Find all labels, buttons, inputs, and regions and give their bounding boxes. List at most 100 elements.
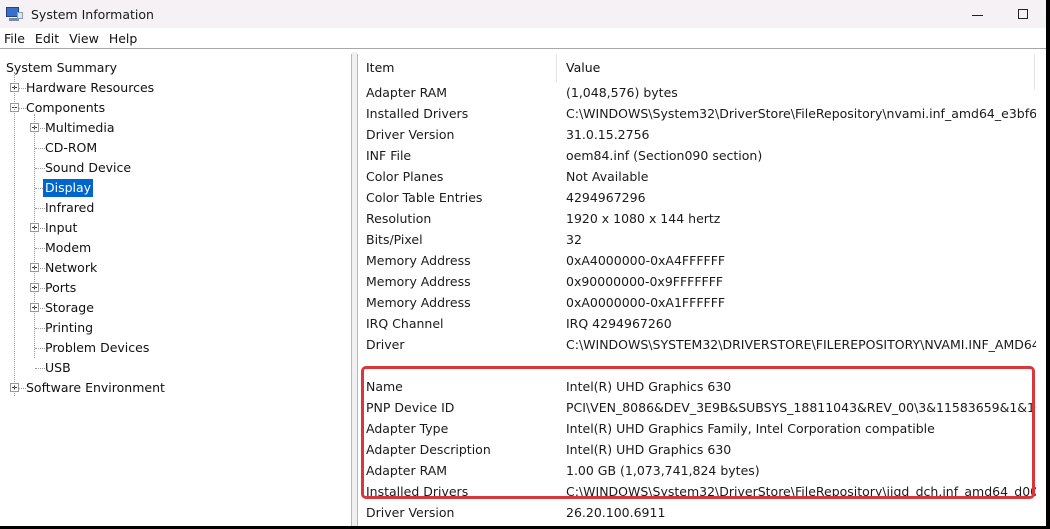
list-row[interactable]: Driver Version 26.20.100.6911 [358, 502, 1043, 523]
tree-node-label[interactable]: Display [43, 179, 94, 197]
row-value: C:\WINDOWS\System32\DriverStore\FileRepo… [566, 106, 1036, 121]
row-value: (1,048,576) bytes [566, 85, 678, 100]
row-value: 0xA0000000-0xA1FFFFFF [566, 295, 726, 310]
tree-node-label[interactable]: Network [43, 259, 99, 277]
menu-view[interactable]: View [65, 31, 105, 46]
tree-node-label[interactable]: CD-ROM [43, 139, 99, 157]
row-value: Not Available [566, 169, 649, 184]
list-row[interactable]: Memory Address 0x90000000-0x9FFFFFFF [358, 271, 1043, 292]
minimize-button[interactable] [954, 0, 1000, 28]
tree-node-label[interactable]: Multimedia [43, 119, 117, 137]
tree-node-label[interactable]: Input [43, 219, 79, 237]
list-row[interactable]: Memory Address 0xA4000000-0xA4FFFFFF [358, 250, 1043, 271]
tree-node[interactable]: Infrared [2, 198, 351, 218]
tree-node-label[interactable]: USB [43, 359, 73, 377]
tree-node[interactable]: Printing [2, 318, 351, 338]
title-bar: System Information [0, 0, 1046, 28]
menu-help[interactable]: Help [105, 31, 144, 46]
tree-node[interactable]: Ports [2, 278, 351, 298]
menu-bar: File Edit View Help [0, 28, 1046, 49]
row-item: Bits/Pixel [366, 232, 423, 247]
row-item: IRQ Channel [366, 316, 444, 331]
tree-node-label[interactable]: System Summary [4, 59, 119, 77]
row-item: PNP Device ID [366, 400, 455, 415]
row-value: C:\WINDOWS\SYSTEM32\DRIVERSTORE\FILEREPO… [566, 337, 1036, 352]
tree-node[interactable]: CD-ROM [2, 138, 351, 158]
row-value: Intel(R) UHD Graphics 630 [566, 379, 732, 394]
column-header-item[interactable]: Item [366, 60, 394, 75]
tree-node[interactable]: System Summary [2, 58, 351, 78]
list-row[interactable]: Memory Address 0xA0000000-0xA1FFFFFF [358, 292, 1043, 313]
list-row[interactable]: Adapter RAM (1,048,576) bytes [358, 82, 1043, 103]
list-row[interactable]: Color Table Entries 4294967296 [358, 187, 1043, 208]
tree-node[interactable]: Multimedia [2, 118, 351, 138]
row-item: Adapter RAM [366, 85, 448, 100]
tree-node[interactable]: Storage [2, 298, 351, 318]
window-controls [954, 0, 1046, 28]
list-row[interactable]: Driver Version 31.0.15.2756 [358, 124, 1043, 145]
minimize-icon [971, 14, 983, 16]
list-row[interactable] [358, 355, 1043, 376]
tree-node-label[interactable]: Problem Devices [43, 339, 151, 357]
row-value: IRQ 4294967260 [566, 316, 672, 331]
window-title: System Information [31, 6, 154, 22]
tree-connector [14, 72, 15, 396]
tree-node-label[interactable]: Infrared [43, 199, 96, 217]
main-content: System Summary Hardware Resources Componen… [0, 52, 1046, 526]
list-row[interactable]: IRQ Channel IRQ 4294967260 [358, 313, 1043, 334]
system-information-window: System Information File Edit View Help S… [0, 0, 1046, 526]
tree-node-label[interactable]: Software Environment [24, 379, 167, 397]
list-row[interactable]: Color Planes Not Available [358, 166, 1043, 187]
column-separator[interactable] [556, 54, 557, 82]
tree-node[interactable]: Display [2, 178, 351, 198]
row-value: 0xA4000000-0xA4FFFFFF [566, 253, 726, 268]
list-row[interactable]: Adapter Description Intel(R) UHD Graphics… [358, 439, 1043, 460]
row-item: Driver Version [366, 505, 455, 520]
tree-node-label[interactable]: Storage [43, 299, 96, 317]
row-value: C:\WINDOWS\System32\DriverStore\FileRepo… [566, 484, 1036, 499]
list-row[interactable]: Resolution 1920 x 1080 x 144 hertz [358, 208, 1043, 229]
list-row[interactable]: Adapter RAM 1.00 GB (1,073,741,824 bytes) [358, 460, 1043, 481]
menu-file[interactable]: File [0, 31, 31, 46]
row-item: INF File [366, 148, 412, 163]
tree-node-label[interactable]: Sound Device [43, 159, 133, 177]
row-value: Intel(R) UHD Graphics Family, Intel Corp… [566, 421, 935, 436]
tree-node-label[interactable]: Ports [43, 279, 78, 297]
tree-node[interactable]: Software Environment [2, 378, 351, 398]
row-value: 32 [566, 232, 582, 247]
maximize-icon [1018, 9, 1028, 19]
list-row[interactable]: PNP Device ID PCI\VEN_8086&DEV_3E9B&SUBSY… [358, 397, 1043, 418]
tree-node[interactable]: Modem [2, 238, 351, 258]
tree-connector [34, 114, 35, 358]
tree-node-label[interactable]: Hardware Resources [24, 79, 156, 97]
tree-node-label[interactable]: Components [24, 99, 107, 117]
list-row[interactable]: Adapter Type Intel(R) UHD Graphics Family… [358, 418, 1043, 439]
row-value: 4294967296 [566, 190, 646, 205]
tree-node[interactable]: Hardware Resources [2, 78, 351, 98]
row-item: Driver Version [366, 127, 455, 142]
list-row[interactable]: Installed Drivers C:\WINDOWS\System32\Dri… [358, 481, 1043, 502]
row-value: 26.20.100.6911 [566, 505, 666, 520]
row-value: Intel(R) UHD Graphics 630 [566, 442, 732, 457]
list-row[interactable]: Name Intel(R) UHD Graphics 630 [358, 376, 1043, 397]
tree-node-label[interactable]: Modem [43, 239, 93, 257]
tree-node[interactable]: Problem Devices [2, 338, 351, 358]
category-tree[interactable]: System Summary Hardware Resources Componen… [2, 54, 352, 526]
list-row[interactable]: INF File oem84.inf (Section090 section) [358, 145, 1043, 166]
row-item: Adapter RAM [366, 463, 448, 478]
row-item: Memory Address [366, 274, 471, 289]
system-information-icon [5, 6, 23, 22]
tree-node-label[interactable]: Printing [43, 319, 95, 337]
tree-node[interactable]: Components [2, 98, 351, 118]
list-row[interactable]: Bits/Pixel 32 [358, 229, 1043, 250]
list-row[interactable]: Driver C:\WINDOWS\SYSTEM32\DRIVERSTORE\FI… [358, 334, 1043, 355]
tree-node[interactable]: USB [2, 358, 351, 378]
row-item: Memory Address [366, 295, 471, 310]
maximize-button[interactable] [1000, 0, 1046, 28]
tree-node[interactable]: Input [2, 218, 351, 238]
list-row[interactable]: Installed Drivers C:\WINDOWS\System32\Dri… [358, 103, 1043, 124]
column-header-value[interactable]: Value [566, 60, 600, 75]
tree-node[interactable]: Network [2, 258, 351, 278]
menu-edit[interactable]: Edit [31, 31, 65, 46]
tree-node[interactable]: Sound Device [2, 158, 351, 178]
